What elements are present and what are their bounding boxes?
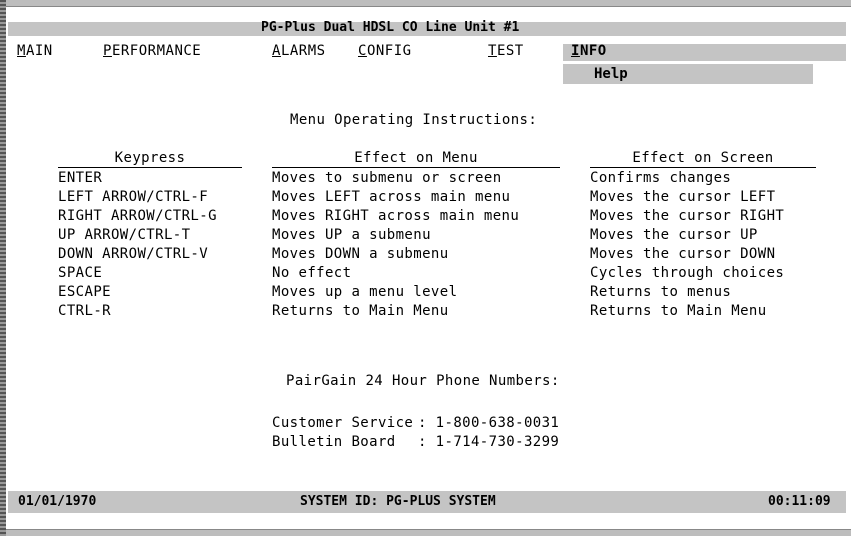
column-header-effect-menu: Effect on Menu: [354, 150, 478, 166]
row-key: SPACE: [58, 265, 103, 281]
instructions-heading: Menu Operating Instructions:: [290, 112, 538, 128]
menu-alarms-label: LARMS: [280, 43, 326, 59]
menu-info[interactable]: INFO: [571, 41, 607, 61]
menu-test-label: EST: [496, 43, 524, 59]
row-screen-effect: Moves the cursor LEFT: [590, 189, 776, 205]
effect-menu-underline: [272, 167, 560, 168]
menu-main-label: AIN: [25, 43, 53, 59]
column-header-effect-screen: Effect on Screen: [632, 150, 774, 166]
row-key: RIGHT ARROW/CTRL-G: [58, 208, 217, 224]
row-screen-effect: Confirms changes: [590, 170, 732, 186]
row-screen-effect: Moves the cursor RIGHT: [590, 208, 785, 224]
menu-performance[interactable]: PERFORMANCE: [103, 41, 201, 61]
menu-config-accel: C: [358, 43, 367, 59]
row-key: ESCAPE: [58, 284, 111, 300]
row-key: LEFT ARROW/CTRL-F: [58, 189, 209, 205]
menu-main-accel: M: [17, 43, 26, 59]
row-menu-effect: No effect: [272, 265, 352, 281]
row-screen-effect: Returns to menus: [590, 284, 732, 300]
menu-alarms[interactable]: ALARMS: [272, 41, 326, 61]
bulletin-board-number: : 1-714-730-3299: [418, 434, 560, 450]
row-screen-effect: Moves the cursor UP: [590, 227, 758, 243]
row-menu-effect: Moves UP a submenu: [272, 227, 431, 243]
row-menu-effect: Moves up a menu level: [272, 284, 458, 300]
status-date: 01/01/1970: [18, 494, 97, 509]
window-frame-top: [6, 0, 851, 7]
row-screen-effect: Returns to Main Menu: [590, 303, 767, 319]
menu-test-accel: T: [488, 43, 497, 59]
row-menu-effect: Moves RIGHT across main menu: [272, 208, 520, 224]
keypress-underline: [58, 167, 242, 168]
menu-info-accel: I: [571, 43, 580, 59]
row-menu-effect: Returns to Main Menu: [272, 303, 449, 319]
row-menu-effect: Moves DOWN a submenu: [272, 246, 449, 262]
menu-config-label: ONFIG: [366, 43, 412, 59]
menu-config[interactable]: CONFIG: [358, 41, 412, 61]
menu-performance-label: ERFORMANCE: [111, 43, 202, 59]
submenu-help[interactable]: Help: [594, 64, 628, 84]
screen-title: PG-Plus Dual HDSL CO Line Unit #1: [261, 20, 520, 35]
row-menu-effect: Moves to submenu or screen: [272, 170, 502, 186]
menu-performance-accel: P: [103, 43, 112, 59]
main-menu-bar: MAIN PERFORMANCE ALARMS CONFIG TEST INFO: [0, 41, 851, 63]
window-frame-bottom: [6, 529, 851, 536]
effect-screen-underline: [590, 167, 816, 168]
row-screen-effect: Cycles through choices: [590, 265, 785, 281]
row-screen-effect: Moves the cursor DOWN: [590, 246, 776, 262]
row-menu-effect: Moves LEFT across main menu: [272, 189, 511, 205]
menu-test[interactable]: TEST: [488, 41, 524, 61]
row-key: UP ARROW/CTRL-T: [58, 227, 191, 243]
row-key: ENTER: [58, 170, 103, 186]
status-time: 00:11:09: [768, 494, 831, 509]
menu-info-label: NFO: [579, 43, 607, 59]
row-key: CTRL-R: [58, 303, 111, 319]
bulletin-board-label: Bulletin Board: [272, 434, 396, 450]
menu-alarms-accel: A: [272, 43, 281, 59]
customer-service-label: Customer Service: [272, 415, 414, 431]
customer-service-number: : 1-800-638-0031: [418, 415, 560, 431]
column-header-keypress: Keypress: [114, 150, 186, 166]
status-system-id: SYSTEM ID: PG-PLUS SYSTEM: [300, 494, 496, 509]
menu-main[interactable]: MAIN: [17, 41, 53, 61]
row-key: DOWN ARROW/CTRL-V: [58, 246, 209, 262]
window-frame-left: [0, 0, 6, 536]
phone-numbers-heading: PairGain 24 Hour Phone Numbers:: [286, 373, 560, 389]
